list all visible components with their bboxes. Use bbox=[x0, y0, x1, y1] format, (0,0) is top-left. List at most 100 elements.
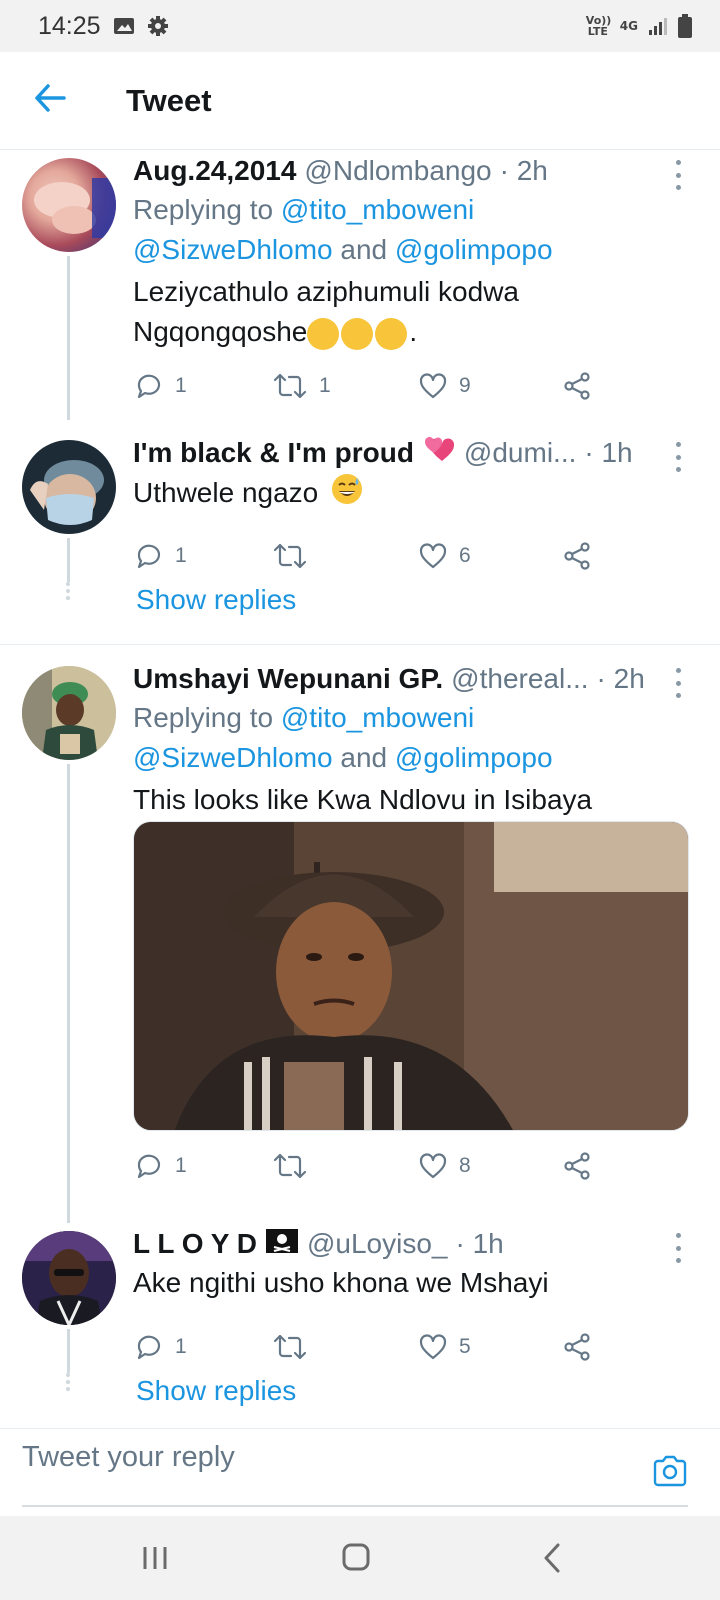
share-button[interactable] bbox=[563, 372, 591, 400]
replying-prefix: Replying to bbox=[133, 702, 281, 733]
tweet-actions: 1 1 9 bbox=[133, 366, 603, 406]
timestamp: · 2h bbox=[596, 663, 645, 694]
like-count: 9 bbox=[459, 374, 471, 397]
heart-icon bbox=[419, 1153, 447, 1179]
reply-count: 1 bbox=[175, 544, 187, 567]
retweet-button[interactable] bbox=[273, 542, 319, 570]
display-name[interactable]: L L O Y D bbox=[133, 1228, 257, 1260]
like-button[interactable]: 9 bbox=[419, 373, 471, 399]
like-count: 8 bbox=[459, 1154, 471, 1177]
user-handle[interactable]: @uLoyiso_ bbox=[307, 1228, 448, 1260]
share-icon bbox=[564, 1152, 590, 1180]
reply-input[interactable]: Tweet your reply bbox=[22, 1441, 235, 1474]
reply-count: 1 bbox=[175, 374, 187, 397]
display-name[interactable]: Aug.24,2014 bbox=[133, 155, 296, 187]
hand-over-mouth-emoji bbox=[307, 316, 409, 350]
reply-button[interactable]: 1 bbox=[135, 1152, 187, 1180]
network-type-label: 4G bbox=[619, 19, 638, 33]
signal-icon bbox=[648, 16, 668, 36]
settings-icon bbox=[147, 15, 169, 37]
avatar[interactable] bbox=[22, 666, 116, 760]
tweet-header: Aug.24,2014 @Ndlombango · 2h bbox=[133, 152, 690, 190]
tweet-actions: 1 5 bbox=[133, 1327, 603, 1367]
show-replies-link[interactable]: Show replies bbox=[136, 1375, 296, 1407]
tweet-text: Uthwele ngazo bbox=[133, 472, 690, 517]
timestamp: · 1h bbox=[455, 1228, 504, 1259]
more-options-icon[interactable] bbox=[666, 1233, 690, 1263]
replying-to: Replying to @tito_mboweni @SizweDhlomo a… bbox=[133, 190, 690, 270]
more-options-icon[interactable] bbox=[666, 442, 690, 472]
page-title: Tweet bbox=[126, 82, 212, 118]
reply-composer: Tweet your reply bbox=[0, 1428, 720, 1516]
mention-link[interactable]: @golimpopo bbox=[395, 234, 553, 265]
tweet-text-suffix: . bbox=[409, 316, 418, 347]
timestamp: · 1h bbox=[584, 437, 633, 468]
mention-link[interactable]: @tito_mboweni bbox=[281, 702, 474, 733]
retweet-icon bbox=[273, 543, 307, 569]
tweet-header: Umshayi Wepunani GP. @thereal... · 2h bbox=[133, 660, 690, 698]
reply-icon bbox=[137, 374, 161, 399]
display-name[interactable]: I'm black & I'm proud bbox=[133, 437, 414, 469]
share-button[interactable] bbox=[563, 542, 591, 570]
tweet[interactable]: Umshayi Wepunani GP. @thereal... · 2h Re… bbox=[0, 658, 720, 1223]
thread-line bbox=[67, 256, 70, 420]
share-button[interactable] bbox=[563, 1333, 591, 1361]
tweet[interactable]: L L O Y D @uLoyiso_ · 1h Ake ngithi usho… bbox=[0, 1223, 720, 1428]
camera-icon[interactable] bbox=[652, 1455, 688, 1492]
tweet-actions: 1 6 bbox=[133, 536, 603, 576]
recent-apps-button[interactable] bbox=[140, 1544, 170, 1577]
back-nav-button[interactable] bbox=[540, 1542, 564, 1579]
divider bbox=[0, 644, 720, 645]
share-button[interactable] bbox=[563, 1152, 591, 1180]
reply-icon bbox=[137, 1335, 161, 1360]
back-arrow-icon bbox=[34, 84, 66, 117]
thread-line bbox=[67, 764, 70, 1223]
tweet-text-line: Leziycathulo aziphumuli kodwa bbox=[133, 276, 519, 307]
avatar[interactable] bbox=[22, 1231, 116, 1325]
show-replies-link[interactable]: Show replies bbox=[136, 584, 296, 616]
home-button[interactable] bbox=[341, 1542, 371, 1577]
reply-button[interactable]: 1 bbox=[135, 542, 187, 570]
back-button[interactable] bbox=[0, 52, 100, 150]
share-icon bbox=[564, 542, 590, 570]
thread-dots bbox=[66, 582, 70, 603]
replying-prefix: Replying to bbox=[133, 194, 281, 225]
status-bar: 14:25 Vo)) LTE 4G bbox=[0, 0, 720, 52]
tweet[interactable]: I'm black & I'm proud @dumi... · 1h Uthw… bbox=[0, 432, 720, 644]
retweet-button[interactable] bbox=[273, 1333, 319, 1361]
tweet-text: Ake ngithi usho khona we Mshayi bbox=[133, 1267, 549, 1298]
system-navigation-bar bbox=[0, 1516, 720, 1600]
tweet-header: L L O Y D @uLoyiso_ · 1h bbox=[133, 1225, 690, 1263]
like-button[interactable]: 6 bbox=[419, 543, 471, 569]
display-name[interactable]: Umshayi Wepunani GP. bbox=[133, 663, 443, 695]
user-handle[interactable]: @dumi... bbox=[464, 437, 576, 469]
tweet-image[interactable] bbox=[133, 821, 689, 1131]
like-button[interactable]: 8 bbox=[419, 1153, 471, 1179]
retweet-button[interactable] bbox=[273, 1152, 319, 1180]
mention-link[interactable]: @SizweDhlomo bbox=[133, 742, 333, 773]
status-time: 14:25 bbox=[38, 11, 101, 40]
avatar[interactable] bbox=[22, 440, 116, 534]
mention-link[interactable]: @golimpopo bbox=[395, 742, 553, 773]
reply-button[interactable]: 1 bbox=[135, 372, 187, 400]
reply-count: 1 bbox=[175, 1154, 187, 1177]
reply-button[interactable]: 1 bbox=[135, 1333, 187, 1361]
like-count: 6 bbox=[459, 544, 471, 567]
user-handle[interactable]: @thereal... bbox=[451, 663, 588, 695]
reply-feed[interactable]: Aug.24,2014 @Ndlombango · 2h Replying to… bbox=[0, 150, 720, 1428]
user-handle[interactable]: @Ndlombango bbox=[304, 155, 491, 187]
heart-icon bbox=[419, 543, 447, 569]
avatar[interactable] bbox=[22, 158, 116, 252]
like-button[interactable]: 5 bbox=[419, 1334, 471, 1360]
battery-icon bbox=[678, 14, 692, 38]
tweet[interactable]: Aug.24,2014 @Ndlombango · 2h Replying to… bbox=[0, 150, 720, 420]
input-underline bbox=[22, 1505, 688, 1507]
tweet-body: I'm black & I'm proud @dumi... · 1h Uthw… bbox=[133, 434, 690, 517]
more-options-icon[interactable] bbox=[666, 160, 690, 190]
sweat-smile-emoji bbox=[330, 472, 364, 517]
more-options-icon[interactable] bbox=[666, 668, 690, 698]
mention-link[interactable]: @tito_mboweni bbox=[281, 194, 474, 225]
mention-link[interactable]: @SizweDhlomo bbox=[133, 234, 333, 265]
retweet-button[interactable]: 1 bbox=[273, 372, 331, 400]
reply-count: 1 bbox=[175, 1335, 187, 1358]
